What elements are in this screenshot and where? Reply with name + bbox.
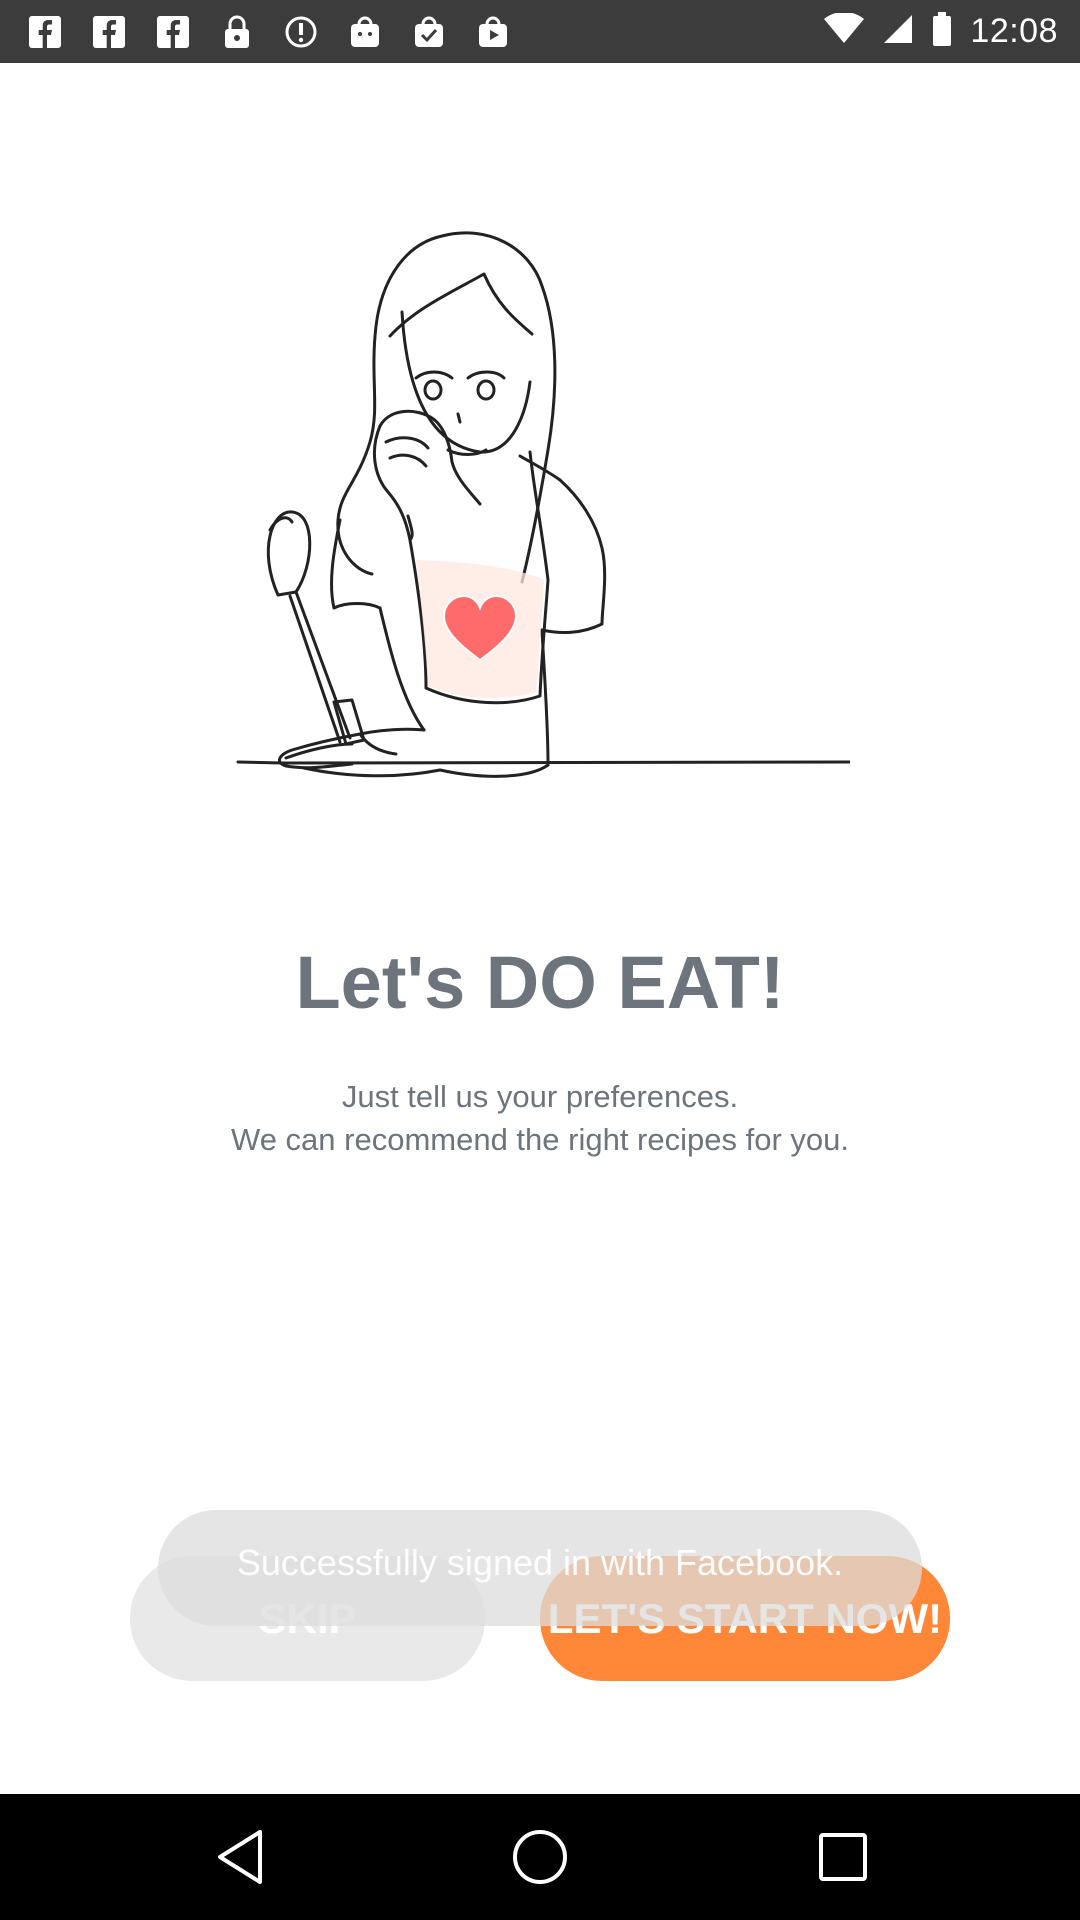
status-bar: 12:08 xyxy=(0,0,1080,63)
system-status: 12:08 xyxy=(824,8,1058,54)
status-time: 12:08 xyxy=(970,11,1058,50)
facebook-icon xyxy=(24,12,66,52)
toast-message: Successfully signed in with Facebook. xyxy=(236,1542,844,1583)
recents-icon[interactable] xyxy=(810,1824,876,1890)
subtitle: Just tell us your preferences. We can re… xyxy=(0,1075,1080,1161)
battery-icon xyxy=(932,11,952,51)
facebook-icon xyxy=(152,12,194,52)
play-bag-icon xyxy=(472,12,514,52)
lock-icon xyxy=(216,12,258,52)
home-icon[interactable] xyxy=(507,1824,573,1890)
page-title: Let's DO EAT! xyxy=(295,941,785,1024)
notification-icons xyxy=(24,12,514,52)
subtitle-line-2: We can recommend the right recipes for y… xyxy=(231,1122,849,1157)
signal-icon xyxy=(882,13,914,50)
navigation-bar xyxy=(0,1794,1080,1920)
checked-bag-icon xyxy=(408,12,450,52)
facebook-icon xyxy=(88,12,130,52)
subtitle-line-1: Just tell us your preferences. xyxy=(341,1079,739,1114)
info-icon xyxy=(280,12,322,52)
back-icon[interactable] xyxy=(208,1824,274,1890)
girl-cooking-illustration xyxy=(236,231,850,778)
android-bag-icon xyxy=(344,12,386,52)
wifi-icon xyxy=(824,11,865,50)
